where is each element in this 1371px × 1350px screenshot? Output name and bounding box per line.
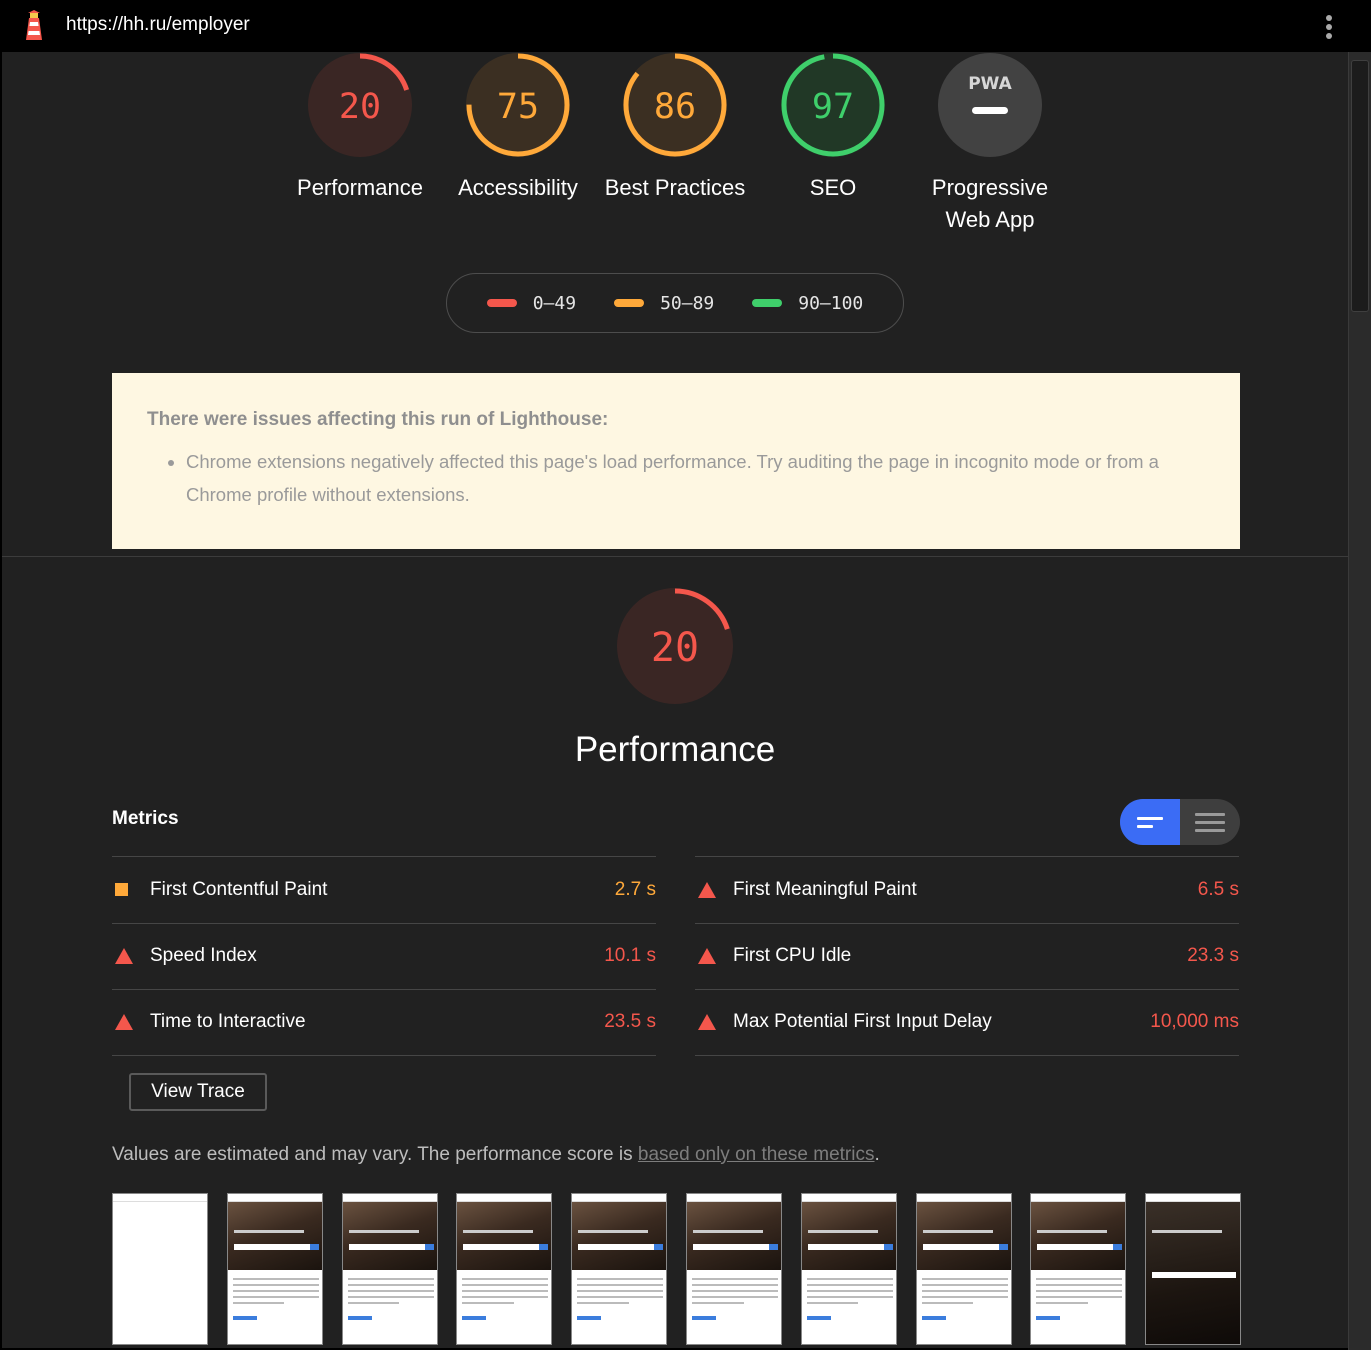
metric-value: 23.3 s <box>1187 945 1239 967</box>
performance-big-score: 20 <box>651 625 699 671</box>
fail-triangle-icon <box>112 948 150 965</box>
metrics-view-toggle[interactable] <box>1120 799 1240 845</box>
section-divider <box>2 556 1348 557</box>
performance-big-gauge: 20 <box>615 586 735 711</box>
filmstrip-frame <box>1030 1193 1127 1345</box>
scrollbar-thumb[interactable] <box>1351 60 1369 312</box>
average-square-icon <box>112 883 150 897</box>
legend-swatch <box>614 299 645 307</box>
pwa-badge-text: PWA <box>968 74 1012 94</box>
gauge-seo-label: SEO <box>809 175 857 200</box>
warning-box: There were issues affecting this run of … <box>112 373 1240 549</box>
gauge-performance-ring: 20 <box>308 53 412 157</box>
warning-list: Chrome extensions negatively affected th… <box>147 445 1205 511</box>
note-suffix: . <box>874 1144 880 1165</box>
legend-range: 0–49 <box>532 292 577 314</box>
metric-name: Max Potential First Input Delay <box>733 1011 992 1033</box>
filmstrip-frame <box>686 1193 782 1345</box>
metric-name: First Meaningful Paint <box>733 878 917 900</box>
metric-row: First CPU Idle 23.3 s <box>695 922 1239 990</box>
metrics-right-column: First Meaningful Paint 6.5 s First CPU Idl… <box>695 856 1239 1056</box>
legend-item: 0–49 <box>486 292 577 314</box>
fail-triangle-icon <box>695 948 733 965</box>
filmstrip-frame <box>341 1193 438 1345</box>
fail-triangle-icon <box>695 1014 733 1031</box>
legend-range: 50–89 <box>660 292 715 314</box>
metric-value: 2.7 s <box>614 878 656 900</box>
gauge-pwa-ring: PWA <box>938 53 1042 157</box>
filmstrip-frame <box>800 1193 897 1345</box>
warning-item: Chrome extensions negatively affected th… <box>186 445 1205 511</box>
pwa-dash-icon <box>972 107 1008 114</box>
gauge-accessibility-score: 75 <box>497 87 539 127</box>
gauge-performance[interactable]: 20 Performance <box>280 52 440 204</box>
metric-name: Time to Interactive <box>150 1011 306 1033</box>
warning-title: There were issues affecting this run of … <box>147 409 609 430</box>
gauge-best-practices-ring: 86 <box>623 53 727 157</box>
metric-name: Speed Index <box>150 945 257 967</box>
legend-swatch <box>486 299 517 307</box>
metric-row: First Contentful Paint 2.7 s <box>112 856 656 923</box>
metrics-heading: Metrics <box>112 808 179 829</box>
fail-triangle-icon <box>695 881 733 898</box>
metric-row: Speed Index 10.1 s <box>112 922 656 990</box>
category-gauges: 20 Performance 75 Accessibility 86 Best Pract… <box>2 52 1348 252</box>
scrollbar[interactable] <box>1348 52 1371 1350</box>
gauge-pwa-label: Progressive Web App <box>931 175 1049 232</box>
metrics-left-column: First Contentful Paint 2.7 s Speed Index 10… <box>112 856 656 1056</box>
lighthouse-icon <box>26 10 42 40</box>
gauge-seo-ring: 97 <box>781 53 885 157</box>
metrics-info-link[interactable]: based only on these metrics <box>638 1144 875 1165</box>
gauge-performance-score: 20 <box>339 87 381 127</box>
legend-range: 90–100 <box>798 292 864 314</box>
expanded-view-button[interactable] <box>1180 799 1240 845</box>
metric-row: Max Potential First Input Delay 10,000 ms <box>695 989 1239 1056</box>
gauge-seo[interactable]: 97 SEO <box>753 52 913 204</box>
metric-row: Time to Interactive 23.5 s <box>112 989 656 1056</box>
metric-name: First Contentful Paint <box>150 878 328 900</box>
gauge-best-practices[interactable]: 86 Best Practices <box>595 52 755 204</box>
performance-big-gauge-svg: 20 <box>617 588 733 704</box>
report-page: 20 Performance 75 Accessibility 86 Best Pract… <box>2 52 1348 1348</box>
page-url: https://hh.ru/employer <box>66 14 250 35</box>
gauge-best-practices-label: Best Practices <box>604 175 746 200</box>
gauge-accessibility[interactable]: 75 Accessibility <box>438 52 598 204</box>
metric-value: 10.1 s <box>604 945 656 967</box>
legend-item: 50–89 <box>614 293 714 314</box>
gauge-pwa[interactable]: PWA Progressive Web App <box>910 52 1070 236</box>
performance-title: Performance <box>574 730 776 769</box>
filmstrip-frame <box>112 1193 208 1345</box>
view-trace-button[interactable]: View Trace <box>129 1073 267 1111</box>
gauge-seo-score: 97 <box>812 87 854 127</box>
filmstrip-frame <box>226 1193 323 1345</box>
metrics-note: Values are estimated and may vary. The p… <box>112 1144 880 1166</box>
metric-value: 10,000 ms <box>1150 1011 1239 1033</box>
filmstrip-frame <box>915 1193 1012 1345</box>
note-text: Values are estimated and may vary. The p… <box>112 1144 638 1165</box>
metric-value: 6.5 s <box>1197 878 1239 900</box>
toolbar: https://hh.ru/employer <box>0 0 1371 52</box>
gauge-accessibility-ring: 75 <box>466 53 570 157</box>
filmstrip-frame <box>571 1193 668 1345</box>
fail-triangle-icon <box>112 1014 150 1031</box>
metric-row: First Meaningful Paint 6.5 s <box>695 856 1239 923</box>
gauge-best-practices-score: 86 <box>654 87 696 127</box>
score-legend: 0–49 50–89 90–100 <box>446 273 904 333</box>
legend-swatch <box>752 299 783 307</box>
gauge-performance-label: Performance <box>297 175 423 200</box>
gauge-accessibility-label: Accessibility <box>458 175 578 200</box>
filmstrip-frame <box>456 1193 553 1345</box>
legend-item: 90–100 <box>752 293 863 314</box>
filmstrip-frame <box>1145 1193 1242 1345</box>
metric-value: 23.5 s <box>604 1011 656 1033</box>
filmstrip <box>112 1193 1242 1348</box>
compact-view-button[interactable] <box>1120 799 1180 845</box>
kebab-menu-icon[interactable] <box>1317 12 1341 42</box>
metric-name: First CPU Idle <box>733 945 852 967</box>
